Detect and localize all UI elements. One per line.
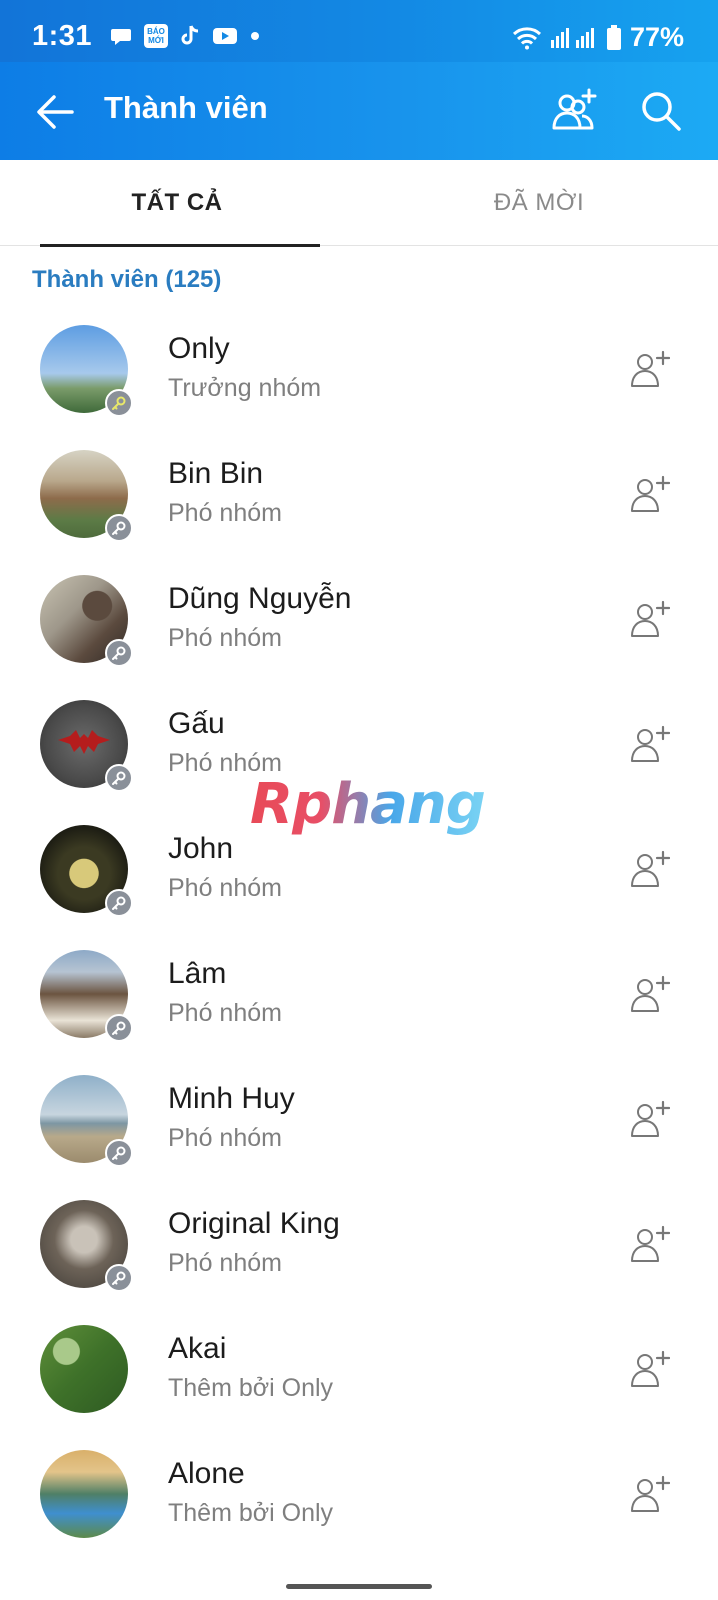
key-badge xyxy=(105,514,133,542)
key-badge xyxy=(105,639,133,667)
member-row[interactable]: Only Trưởng nhóm xyxy=(0,310,718,437)
status-bar: 1:31 BÁO MỚI 77% xyxy=(0,0,718,62)
key-badge xyxy=(105,1264,133,1292)
key-icon xyxy=(112,1271,126,1285)
key-badge xyxy=(105,1139,133,1167)
member-role: Phó nhóm xyxy=(168,1124,282,1152)
member-row[interactable]: Akai Thêm bởi Only xyxy=(0,1310,718,1437)
status-time: 1:31 xyxy=(32,20,93,52)
add-friend-icon[interactable] xyxy=(630,1475,670,1513)
tab-all[interactable]: TẤT CẢ xyxy=(12,160,342,246)
avatar xyxy=(40,1450,128,1538)
member-name: Gấu xyxy=(168,707,225,740)
add-friend-icon[interactable] xyxy=(630,1225,670,1263)
signal-icon xyxy=(550,27,594,48)
key-icon xyxy=(112,1146,126,1160)
tab-bar: TẤT CẢ ĐÃ MỜI xyxy=(0,160,718,246)
add-friend-icon[interactable] xyxy=(630,975,670,1013)
member-name: Minh Huy xyxy=(168,1082,295,1115)
add-friend-icon[interactable] xyxy=(630,1100,670,1138)
battery-level: 77% xyxy=(629,22,684,52)
add-friend-icon[interactable] xyxy=(630,725,670,763)
member-role: Phó nhóm xyxy=(168,874,282,902)
back-arrow-icon[interactable] xyxy=(34,92,76,132)
member-role: Phó nhóm xyxy=(168,1249,282,1277)
tab-invited[interactable]: ĐÃ MỜI xyxy=(374,160,704,246)
watermark-logo: Rphang xyxy=(250,772,486,837)
page-title: Thành viên xyxy=(104,90,268,125)
tab-indicator xyxy=(40,244,320,247)
key-icon xyxy=(112,646,126,660)
chat-bubble-icon xyxy=(111,29,131,45)
member-role: Phó nhóm xyxy=(168,499,282,527)
add-member-icon[interactable] xyxy=(552,88,598,132)
key-badge xyxy=(105,1014,133,1042)
wifi-icon xyxy=(512,26,541,49)
notification-icons: BÁO MỚI xyxy=(110,24,260,48)
tiktok-icon xyxy=(181,25,199,45)
search-icon[interactable] xyxy=(640,90,682,132)
key-badge xyxy=(105,889,133,917)
add-friend-icon[interactable] xyxy=(630,600,670,638)
bao-moi-icon: BÁO MỚI xyxy=(144,24,168,48)
member-role: Phó nhóm xyxy=(168,999,282,1027)
member-role: Trưởng nhóm xyxy=(168,374,322,402)
add-friend-icon[interactable] xyxy=(630,1350,670,1388)
dot-icon xyxy=(251,32,259,40)
member-name: Only xyxy=(168,332,230,365)
avatar xyxy=(40,1325,128,1413)
app-bar: Thành viên xyxy=(0,62,718,160)
member-role: Thêm bởi Only xyxy=(168,1499,334,1527)
key-icon xyxy=(112,396,126,410)
system-icons: 77% xyxy=(512,22,684,53)
battery-icon xyxy=(606,24,621,50)
member-name: Original King xyxy=(168,1207,340,1240)
member-name: Bin Bin xyxy=(168,457,264,490)
key-icon xyxy=(112,1021,126,1035)
member-name: John xyxy=(168,832,234,865)
key-badge xyxy=(105,764,133,792)
add-friend-icon[interactable] xyxy=(630,350,670,388)
key-icon xyxy=(112,896,126,910)
member-row[interactable]: Alone Thêm bởi Only xyxy=(0,1435,718,1562)
member-name: Lâm xyxy=(168,957,227,990)
member-role: Phó nhóm xyxy=(168,624,282,652)
key-icon xyxy=(112,521,126,535)
member-row[interactable]: Original King Phó nhóm xyxy=(0,1185,718,1312)
member-row[interactable]: Bin Bin Phó nhóm xyxy=(0,435,718,562)
member-name: Dũng Nguyễn xyxy=(168,582,352,615)
member-row[interactable]: Lâm Phó nhóm xyxy=(0,935,718,1062)
add-friend-icon[interactable] xyxy=(630,850,670,888)
key-badge xyxy=(105,389,133,417)
member-row[interactable]: Dũng Nguyễn Phó nhóm xyxy=(0,560,718,687)
youtube-icon xyxy=(213,28,237,44)
key-icon xyxy=(112,771,126,785)
member-name: Akai xyxy=(168,1332,227,1365)
member-role: Thêm bởi Only xyxy=(168,1374,334,1402)
home-indicator[interactable] xyxy=(286,1584,432,1589)
member-name: Alone xyxy=(168,1457,245,1490)
member-count-header: Thành viên (125) xyxy=(32,266,222,293)
add-friend-icon[interactable] xyxy=(630,475,670,513)
member-row[interactable]: Minh Huy Phó nhóm xyxy=(0,1060,718,1187)
